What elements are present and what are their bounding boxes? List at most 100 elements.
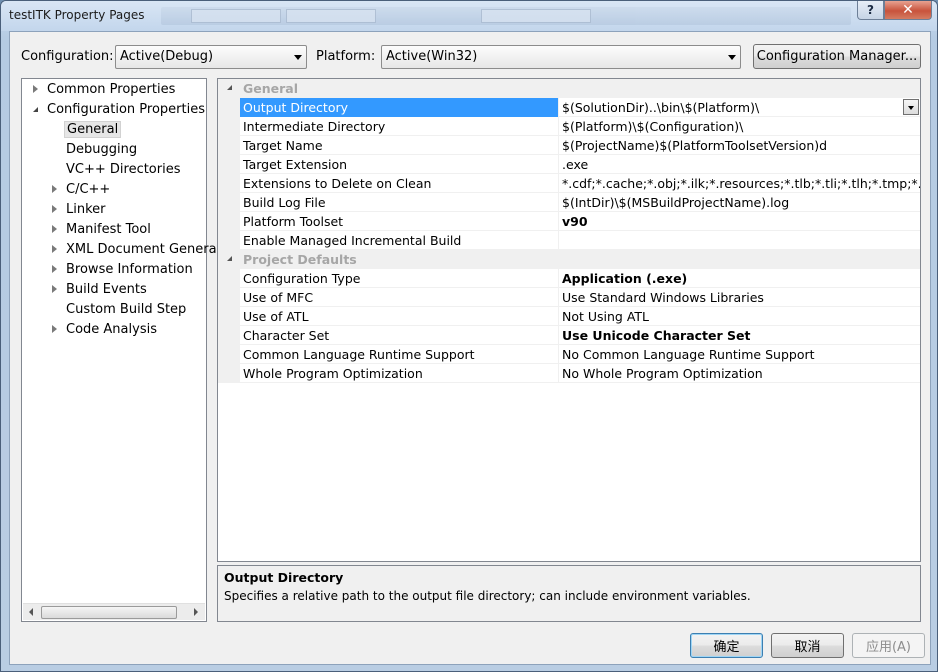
collapsed-arrow-icon[interactable] (52, 245, 57, 253)
background-combo (191, 9, 281, 23)
property-name[interactable]: Use of ATL (240, 307, 558, 326)
property-value[interactable]: v90 (558, 212, 920, 231)
grid-category[interactable]: Project Defaults (218, 250, 920, 269)
chevron-down-icon (294, 55, 302, 60)
platform-select[interactable]: Active(Win32) (381, 45, 741, 69)
expanded-arrow-icon[interactable] (33, 107, 38, 112)
property-name[interactable]: Extensions to Delete on Clean (240, 174, 558, 193)
property-name[interactable]: Platform Toolset (240, 212, 558, 231)
tree-item[interactable]: Manifest Tool (52, 220, 153, 239)
tree-item[interactable]: Custom Build Step (64, 300, 188, 319)
property-value[interactable]: $(SolutionDir)..\bin\$(Platform)\ (558, 98, 920, 117)
property-value[interactable]: Not Using ATL (558, 307, 920, 326)
property-row[interactable]: Target Extension .exe (218, 155, 920, 174)
tree-item[interactable]: Build Events (52, 280, 149, 299)
property-value[interactable] (558, 231, 920, 250)
description-panel: Output Directory Specifies a relative pa… (217, 565, 921, 622)
property-row[interactable]: Use of MFC Use Standard Windows Libraries (218, 288, 920, 307)
tree-item[interactable]: VC++ Directories (64, 160, 183, 179)
property-tree[interactable]: Common Properties Configuration Propertie… (21, 78, 222, 622)
tree-item[interactable]: C/C++ (52, 180, 112, 199)
property-row[interactable]: Common Language Runtime Support No Common… (218, 345, 920, 364)
property-name[interactable]: Output Directory (240, 98, 558, 117)
collapsed-arrow-icon[interactable] (52, 185, 57, 193)
property-row[interactable]: Intermediate Directory $(Platform)\$(Conf… (218, 117, 920, 136)
tree-item-label: Configuration Properties (47, 102, 205, 117)
property-value[interactable]: No Common Language Runtime Support (558, 345, 920, 364)
property-name[interactable]: Use of MFC (240, 288, 558, 307)
property-name[interactable]: Character Set (240, 326, 558, 345)
property-pages-window: testITK Property Pages ? ✕ Configuration… (0, 0, 938, 672)
tree-item-label: Custom Build Step (66, 302, 187, 317)
collapsed-arrow-icon[interactable] (52, 285, 57, 293)
property-name[interactable]: Target Extension (240, 155, 558, 174)
property-name[interactable]: Configuration Type (240, 269, 558, 288)
property-value[interactable]: *.cdf;*.cache;*.obj;*.ilk;*.resources;*.… (558, 174, 920, 193)
close-button[interactable]: ✕ (884, 1, 932, 20)
property-row[interactable]: Use of ATL Not Using ATL (218, 307, 920, 326)
tree-item-label: General (64, 121, 122, 138)
property-value[interactable]: Application (.exe) (558, 269, 920, 288)
cancel-button[interactable]: 取消 (771, 633, 844, 658)
tree-item[interactable]: Common Properties (33, 80, 177, 99)
grid-category[interactable]: General (218, 79, 920, 98)
collapsed-arrow-icon[interactable] (33, 85, 38, 93)
property-name[interactable]: Common Language Runtime Support (240, 345, 558, 364)
property-name[interactable]: Whole Program Optimization (240, 364, 558, 383)
grid-category-label: Project Defaults (243, 252, 357, 267)
tree-item[interactable]: Browse Information (52, 260, 195, 279)
property-name[interactable]: Build Log File (240, 193, 558, 212)
ok-button[interactable]: 确定 (690, 633, 763, 658)
property-row[interactable]: Target Name $(ProjectName)$(PlatformTools… (218, 136, 920, 155)
tree-item-label: C/C++ (66, 182, 111, 197)
scroll-thumb[interactable] (41, 606, 177, 619)
background-combo (481, 9, 591, 23)
platform-select-value: Active(Win32) (386, 49, 478, 64)
tree-item[interactable]: Configuration Properties (33, 100, 207, 119)
configuration-select[interactable]: Active(Debug) (115, 45, 307, 69)
collapsed-arrow-icon[interactable] (52, 325, 57, 333)
property-name[interactable]: Intermediate Directory (240, 117, 558, 136)
window-title: testITK Property Pages (9, 8, 145, 22)
tree-item[interactable]: Linker (52, 200, 108, 219)
property-value[interactable]: .exe (558, 155, 920, 174)
tree-item[interactable]: Code Analysis (52, 320, 159, 339)
property-value[interactable]: $(Platform)\$(Configuration)\ (558, 117, 920, 136)
property-value[interactable]: $(IntDir)\$(MSBuildProjectName).log (558, 193, 920, 212)
background-toolbar (161, 7, 851, 25)
property-value[interactable]: Use Standard Windows Libraries (558, 288, 920, 307)
configuration-manager-button[interactable]: Configuration Manager... (753, 44, 921, 69)
property-row[interactable]: Build Log File $(IntDir)\$(MSBuildProject… (218, 193, 920, 212)
property-row[interactable]: Output Directory $(SolutionDir)..\bin\$(P… (218, 98, 920, 117)
arrow-left-icon (29, 608, 33, 616)
collapsed-arrow-icon[interactable] (52, 225, 57, 233)
property-name[interactable]: Enable Managed Incremental Build (240, 231, 558, 250)
tree-item[interactable]: XML Document Generat (52, 240, 224, 259)
tree-horizontal-scrollbar[interactable] (23, 603, 205, 620)
description-text: Specifies a relative path to the output … (224, 589, 751, 603)
tree-item[interactable]: General (64, 120, 122, 139)
property-value[interactable]: No Whole Program Optimization (558, 364, 920, 383)
scroll-right-button[interactable] (187, 604, 204, 620)
collapse-arrow-icon[interactable] (227, 256, 232, 261)
value-dropdown-button[interactable] (903, 99, 919, 115)
property-row[interactable]: Enable Managed Incremental Build (218, 231, 920, 250)
property-row[interactable]: Configuration Type Application (.exe) (218, 269, 920, 288)
property-row[interactable]: Whole Program Optimization No Whole Progr… (218, 364, 920, 383)
collapse-arrow-icon[interactable] (227, 85, 232, 90)
property-row[interactable]: Platform Toolset v90 (218, 212, 920, 231)
property-row[interactable]: Character Set Use Unicode Character Set (218, 326, 920, 345)
arrow-right-icon (194, 608, 198, 616)
property-value[interactable]: $(ProjectName)$(PlatformToolsetVersion)d (558, 136, 920, 155)
title-bar[interactable]: testITK Property Pages ? ✕ (1, 1, 937, 31)
property-row[interactable]: Extensions to Delete on Clean *.cdf;*.cac… (218, 174, 920, 193)
property-value[interactable]: Use Unicode Character Set (558, 326, 920, 345)
collapsed-arrow-icon[interactable] (52, 205, 57, 213)
tree-item[interactable]: Debugging (64, 140, 139, 159)
help-button[interactable]: ? (857, 1, 884, 20)
property-name[interactable]: Target Name (240, 136, 558, 155)
scroll-left-button[interactable] (23, 604, 40, 620)
property-grid[interactable]: General Output Directory $(SolutionDir)..\… (217, 78, 921, 562)
collapsed-arrow-icon[interactable] (52, 265, 57, 273)
apply-button[interactable]: 应用(A) (852, 633, 925, 658)
